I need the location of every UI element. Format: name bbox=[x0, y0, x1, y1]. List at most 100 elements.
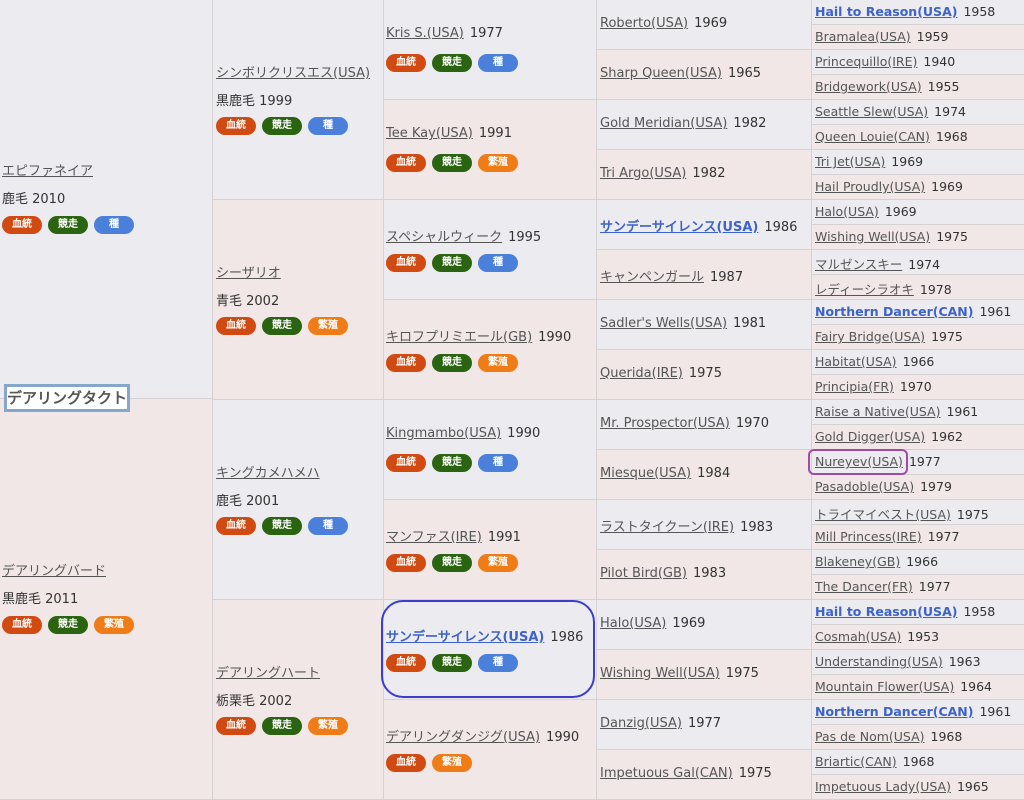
horse-link[interactable]: Impetuous Gal(CAN) bbox=[600, 766, 733, 781]
badge-hanshoku[interactable]: 繁殖 bbox=[308, 717, 348, 735]
badge-ketto[interactable]: 血統 bbox=[386, 154, 426, 172]
badge-kyoso[interactable]: 競走 bbox=[262, 117, 302, 135]
horse-link[interactable]: Tee Kay(USA) bbox=[386, 126, 473, 141]
badge-kyoso[interactable]: 競走 bbox=[262, 717, 302, 735]
badge-kyoso[interactable]: 競走 bbox=[432, 654, 472, 672]
horse-link[interactable]: Blakeney(GB) bbox=[815, 554, 900, 569]
horse-link[interactable]: Querida(IRE) bbox=[600, 366, 683, 381]
horse-link[interactable]: マンファス(IRE) bbox=[386, 526, 482, 545]
badge-hanshoku[interactable]: 繁殖 bbox=[432, 754, 472, 772]
badge-ketto[interactable]: 血統 bbox=[216, 317, 256, 335]
horse-link[interactable]: デアリングバード bbox=[2, 560, 106, 579]
horse-link[interactable]: Fairy Bridge(USA) bbox=[815, 329, 925, 344]
horse-link[interactable]: シーザリオ bbox=[216, 262, 281, 281]
horse-link[interactable]: Hail Proudly(USA) bbox=[815, 179, 925, 194]
horse-link[interactable]: The Dancer(FR) bbox=[815, 579, 913, 594]
horse-link[interactable]: Sharp Queen(USA) bbox=[600, 66, 722, 81]
horse-link[interactable]: デアリングハート bbox=[216, 662, 320, 681]
badge-tane[interactable]: 種 bbox=[478, 54, 518, 72]
badge-ketto[interactable]: 血統 bbox=[386, 54, 426, 72]
badge-ketto[interactable]: 血統 bbox=[386, 254, 426, 272]
horse-link[interactable]: Pas de Nom(USA) bbox=[815, 729, 925, 744]
horse-link[interactable]: Mill Princess(IRE) bbox=[815, 529, 922, 544]
horse-link[interactable]: Gold Meridian(USA) bbox=[600, 116, 727, 131]
horse-link[interactable]: キロフプリミエール(GB) bbox=[386, 326, 532, 345]
horse-link[interactable]: Wishing Well(USA) bbox=[600, 666, 720, 681]
horse-link[interactable]: Mr. Prospector(USA) bbox=[600, 416, 730, 431]
badge-kyoso[interactable]: 競走 bbox=[262, 517, 302, 535]
badge-ketto[interactable]: 血統 bbox=[216, 117, 256, 135]
badge-kyoso[interactable]: 競走 bbox=[48, 615, 88, 634]
horse-link[interactable]: Seattle Slew(USA) bbox=[815, 104, 928, 119]
badge-tane[interactable]: 種 bbox=[308, 117, 348, 135]
badge-kyoso[interactable]: 競走 bbox=[432, 554, 472, 572]
badge-hanshoku[interactable]: 繁殖 bbox=[478, 354, 518, 372]
badge-ketto[interactable]: 血統 bbox=[386, 354, 426, 372]
horse-link[interactable]: Nureyev(USA) bbox=[815, 454, 903, 469]
badge-ketto[interactable]: 血統 bbox=[216, 717, 256, 735]
horse-link[interactable]: Northern Dancer(CAN) bbox=[815, 304, 973, 319]
horse-link[interactable]: Raise a Native(USA) bbox=[815, 404, 940, 419]
badge-kyoso[interactable]: 競走 bbox=[48, 215, 88, 234]
badge-ketto[interactable]: 血統 bbox=[216, 517, 256, 535]
horse-link[interactable]: サンデーサイレンス(USA) bbox=[386, 626, 544, 645]
badge-tane[interactable]: 種 bbox=[478, 454, 518, 472]
badge-ketto[interactable]: 血統 bbox=[2, 615, 42, 634]
horse-link[interactable]: Bramalea(USA) bbox=[815, 29, 911, 44]
badge-kyoso[interactable]: 競走 bbox=[432, 54, 472, 72]
horse-link[interactable]: サンデーサイレンス(USA) bbox=[600, 216, 758, 235]
badge-ketto[interactable]: 血統 bbox=[386, 654, 426, 672]
horse-link[interactable]: Principia(FR) bbox=[815, 379, 894, 394]
badge-tane[interactable]: 種 bbox=[478, 654, 518, 672]
badge-kyoso[interactable]: 競走 bbox=[432, 254, 472, 272]
horse-link[interactable]: Kris S.(USA) bbox=[386, 26, 464, 41]
horse-link[interactable]: Northern Dancer(CAN) bbox=[815, 704, 973, 719]
horse-link[interactable]: Hail to Reason(USA) bbox=[815, 604, 957, 619]
horse-link[interactable]: Danzig(USA) bbox=[600, 716, 682, 731]
horse-link[interactable]: Kingmambo(USA) bbox=[386, 426, 501, 441]
horse-link[interactable]: Princequillo(IRE) bbox=[815, 54, 917, 69]
horse-link[interactable]: Understanding(USA) bbox=[815, 654, 943, 669]
horse-link[interactable]: Briartic(CAN) bbox=[815, 754, 897, 769]
horse-link[interactable]: Mountain Flower(USA) bbox=[815, 679, 954, 694]
horse-link[interactable]: Halo(USA) bbox=[600, 616, 666, 631]
horse-link[interactable]: キングカメハメハ bbox=[216, 462, 320, 481]
badge-tane[interactable]: 種 bbox=[478, 254, 518, 272]
horse-link[interactable]: Pilot Bird(GB) bbox=[600, 566, 687, 581]
horse-link[interactable]: デアリングダンジグ(USA) bbox=[386, 726, 540, 745]
badge-kyoso[interactable]: 競走 bbox=[432, 454, 472, 472]
badge-tane[interactable]: 種 bbox=[94, 215, 134, 234]
horse-link[interactable]: Habitat(USA) bbox=[815, 354, 897, 369]
badge-ketto[interactable]: 血統 bbox=[386, 754, 426, 772]
badge-ketto[interactable]: 血統 bbox=[386, 454, 426, 472]
badge-hanshoku[interactable]: 繁殖 bbox=[478, 154, 518, 172]
horse-link[interactable]: Pasadoble(USA) bbox=[815, 479, 914, 494]
horse-link[interactable]: レディーシラオキ bbox=[815, 279, 914, 298]
horse-link[interactable]: Wishing Well(USA) bbox=[815, 229, 930, 244]
badge-tane[interactable]: 種 bbox=[308, 517, 348, 535]
horse-link[interactable]: エピファネイア bbox=[2, 160, 93, 179]
horse-link[interactable]: Halo(USA) bbox=[815, 204, 879, 219]
badge-hanshoku[interactable]: 繁殖 bbox=[478, 554, 518, 572]
badge-ketto[interactable]: 血統 bbox=[386, 554, 426, 572]
horse-link[interactable]: Miesque(USA) bbox=[600, 466, 691, 481]
horse-link[interactable]: Tri Argo(USA) bbox=[600, 166, 686, 181]
horse-link[interactable]: シンボリクリスエス(USA) bbox=[216, 62, 370, 81]
horse-link[interactable]: キャンペンガール bbox=[600, 266, 704, 285]
horse-link[interactable]: Impetuous Lady(USA) bbox=[815, 779, 951, 794]
horse-link[interactable]: トライマイベスト(USA) bbox=[815, 504, 951, 523]
horse-link[interactable]: Tri Jet(USA) bbox=[815, 154, 885, 169]
horse-link[interactable]: Queen Louie(CAN) bbox=[815, 129, 930, 144]
horse-link[interactable]: ラストタイクーン(IRE) bbox=[600, 516, 734, 535]
horse-link[interactable]: マルゼンスキー bbox=[815, 254, 902, 273]
horse-link[interactable]: スペシャルウィーク bbox=[386, 226, 502, 245]
horse-link[interactable]: Cosmah(USA) bbox=[815, 629, 901, 644]
horse-link[interactable]: Hail to Reason(USA) bbox=[815, 4, 957, 19]
badge-hanshoku[interactable]: 繁殖 bbox=[308, 317, 348, 335]
horse-link[interactable]: Sadler's Wells(USA) bbox=[600, 316, 727, 331]
horse-link[interactable]: Gold Digger(USA) bbox=[815, 429, 925, 444]
horse-link[interactable]: Bridgework(USA) bbox=[815, 79, 922, 94]
badge-kyoso[interactable]: 競走 bbox=[262, 317, 302, 335]
horse-link[interactable]: Roberto(USA) bbox=[600, 16, 688, 31]
badge-hanshoku[interactable]: 繁殖 bbox=[94, 615, 134, 634]
